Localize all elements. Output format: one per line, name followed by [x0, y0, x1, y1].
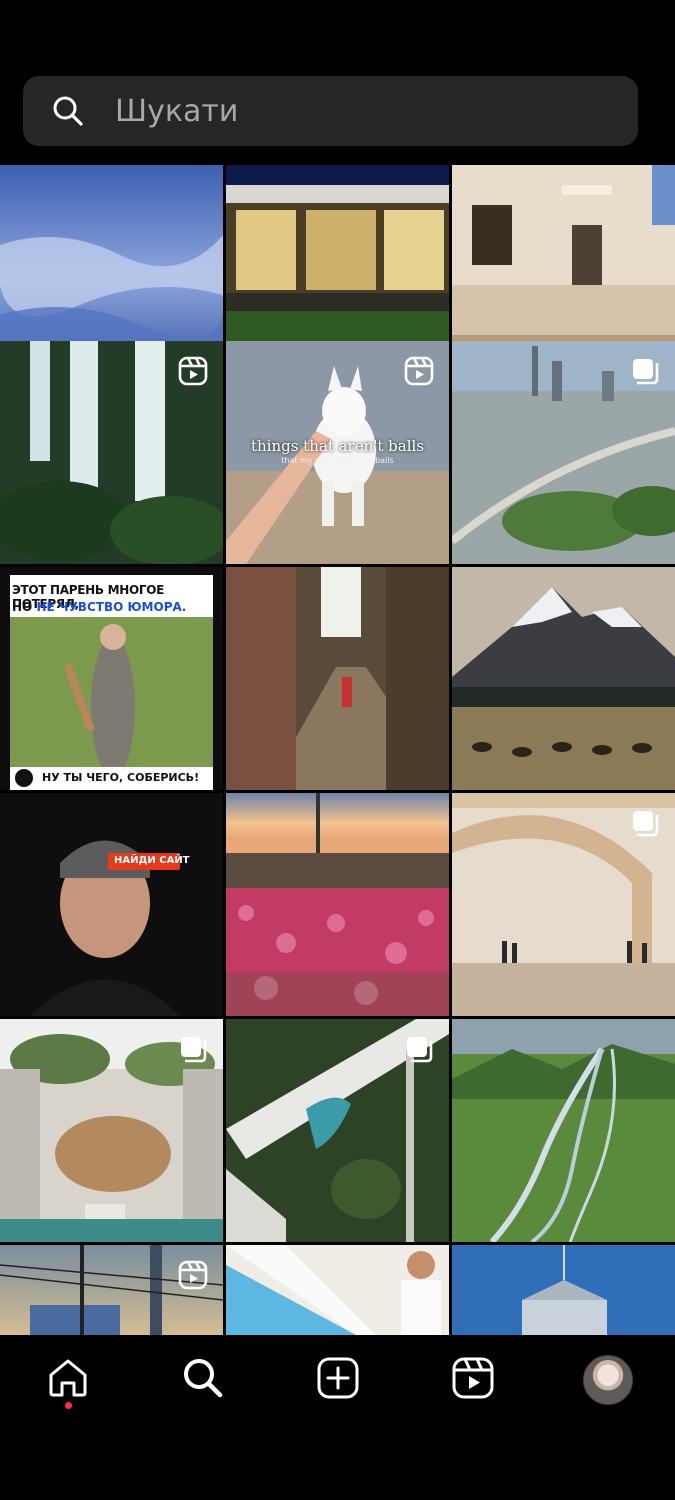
grid-tile[interactable]: [0, 1245, 223, 1335]
bottom-nav: [0, 1335, 675, 1425]
grid-tile[interactable]: [226, 793, 449, 1016]
reel-caption: things that aren't balls: [250, 437, 425, 455]
nav-home[interactable]: [23, 1335, 113, 1425]
search-placeholder: Шукати: [115, 93, 239, 129]
carousel-icon: [177, 1033, 209, 1065]
reel-subcaption: that my dog thinks are balls: [281, 456, 394, 465]
search-icon: [180, 1355, 226, 1405]
nav-profile[interactable]: [563, 1335, 653, 1425]
avatar: [582, 1355, 633, 1405]
reels-icon: [177, 355, 209, 387]
search-icon: [51, 94, 85, 128]
grid-tile[interactable]: [226, 1245, 449, 1335]
carousel-icon: [629, 807, 661, 839]
reels-icon: [450, 1355, 496, 1405]
notification-dot: [64, 1402, 72, 1409]
meme-footer: НУ ТЫ ЧЕГО, СОБЕРИСЬ!: [42, 771, 200, 784]
meme-subheadline-prefix: НО: [12, 600, 33, 614]
grid-tile[interactable]: ЭТОТ ПАРЕНЬ МНОГОЕ ПОТЕРЯЛ, НО НЕ ЧУВСТВ…: [0, 567, 223, 790]
carousel-icon: [403, 1033, 435, 1065]
search-bar[interactable]: Шукати: [23, 76, 638, 146]
home-icon: [45, 1355, 91, 1405]
grid-tile[interactable]: [452, 793, 675, 1016]
explore-grid: things that aren't balls that my dog thi…: [0, 165, 675, 1335]
nav-search[interactable]: [158, 1335, 248, 1425]
grid-tile[interactable]: [0, 1019, 223, 1242]
grid-tile[interactable]: [452, 341, 675, 564]
grid-tile[interactable]: [452, 1245, 675, 1335]
grid-tile[interactable]: [226, 1019, 449, 1242]
meme-subheadline: НО НЕ ЧУВСТВО ЮМОРА.: [12, 600, 186, 614]
nav-reels[interactable]: [428, 1335, 518, 1425]
create-icon: [315, 1355, 361, 1405]
carousel-icon: [629, 355, 661, 387]
grid-tile[interactable]: [226, 567, 449, 790]
reels-icon: [177, 1259, 209, 1291]
grid-tile[interactable]: [452, 567, 675, 790]
grid-tile[interactable]: things that aren't balls that my dog thi…: [226, 341, 449, 564]
grid-tile[interactable]: НАЙДИ САЙТ: [0, 793, 223, 1016]
meme-subheadline-accent: НЕ ЧУВСТВО ЮМОРА.: [36, 600, 187, 614]
reels-icon: [403, 355, 435, 387]
nav-create[interactable]: [293, 1335, 383, 1425]
grid-tile[interactable]: [452, 1019, 675, 1242]
grid-tile[interactable]: [0, 341, 223, 564]
cap-label: НАЙДИ САЙТ: [114, 855, 190, 866]
explore-screen: Шукати things that aren't balls that my …: [0, 0, 675, 1500]
